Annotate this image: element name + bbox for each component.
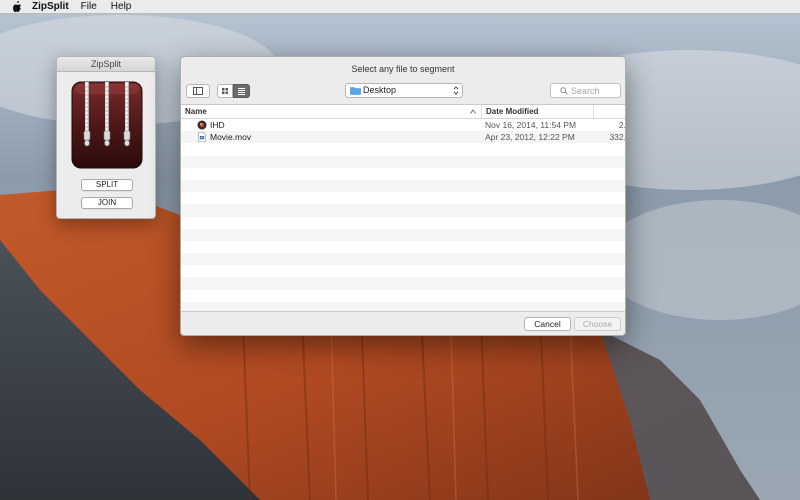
empty-row — [181, 179, 625, 193]
search-input[interactable] — [571, 85, 619, 96]
search-icon — [560, 87, 568, 95]
location-select[interactable]: Desktop — [345, 83, 463, 98]
menu-file[interactable]: File — [81, 0, 97, 14]
file-size: 332. — [609, 132, 626, 143]
column-header-name[interactable]: Name — [181, 105, 481, 119]
dialog-toolbar: Desktop — [181, 81, 625, 103]
empty-row — [181, 168, 625, 180]
empty-row — [181, 192, 625, 204]
file-dialog: Select any file to segment Desktop Searc… — [180, 56, 626, 336]
search-field — [550, 83, 621, 98]
empty-row — [181, 265, 625, 277]
file-name: Movie.mov — [210, 132, 252, 143]
empty-row — [181, 217, 625, 229]
movie-file-icon — [198, 132, 206, 142]
dialog-title: Select any file to segment — [351, 64, 455, 74]
list-icon — [238, 88, 245, 95]
menu-bar: ZipSplit File Help — [0, 0, 800, 14]
chevron-updown-icon — [453, 86, 459, 95]
sidebar-icon — [193, 87, 203, 95]
cancel-button[interactable]: Cancel — [524, 317, 571, 331]
file-date: Nov 16, 2014, 11:54 PM — [485, 120, 577, 130]
folder-icon — [350, 87, 361, 95]
zipper-archive-icon — [71, 81, 143, 169]
apple-icon[interactable] — [12, 1, 22, 12]
menu-app-name[interactable]: ZipSplit — [32, 0, 69, 14]
empty-row — [181, 301, 625, 311]
column-header-size[interactable] — [593, 105, 625, 119]
location-label: Desktop — [363, 85, 397, 95]
empty-row — [181, 155, 625, 168]
column-name-label: Name — [185, 107, 207, 116]
choose-button[interactable]: Choose — [574, 317, 621, 331]
file-size: 2. — [618, 120, 626, 130]
empty-row — [181, 241, 625, 253]
file-row[interactable]: IHD Nov 16, 2014, 11:54 PM 2. — [181, 119, 626, 131]
split-button[interactable]: SPLIT — [81, 179, 133, 191]
empty-row — [181, 253, 625, 266]
empty-row — [181, 204, 625, 217]
grid-icon — [222, 88, 228, 94]
file-date: Apr 23, 2012, 12:22 PM — [485, 132, 575, 143]
file-list: Name Date Modified IHD Nov 16, 2014, 11:… — [181, 104, 626, 312]
zipsplit-window: ZipSplit SPLIT JOIN — [56, 56, 156, 219]
column-header-date-modified[interactable]: Date Modified — [481, 105, 593, 119]
column-date-label: Date Modified — [486, 107, 539, 116]
empty-row — [181, 143, 625, 155]
list-view-button[interactable] — [233, 84, 250, 98]
list-header: Name Date Modified — [181, 105, 625, 119]
dialog-footer: Cancel Choose — [181, 313, 625, 335]
window-title: ZipSplit — [57, 57, 155, 72]
empty-row — [181, 290, 625, 302]
icon-view-button[interactable] — [217, 84, 233, 98]
app-icon — [197, 120, 207, 130]
join-button[interactable]: JOIN — [81, 197, 133, 209]
sort-ascending-icon — [470, 109, 476, 114]
sidebar-toggle-button[interactable] — [186, 84, 210, 98]
file-name: IHD — [210, 120, 225, 130]
empty-row — [181, 228, 625, 241]
empty-row — [181, 277, 625, 290]
menu-help[interactable]: Help — [111, 0, 132, 14]
file-row[interactable]: Movie.mov Apr 23, 2012, 12:22 PM 332. — [181, 131, 626, 144]
